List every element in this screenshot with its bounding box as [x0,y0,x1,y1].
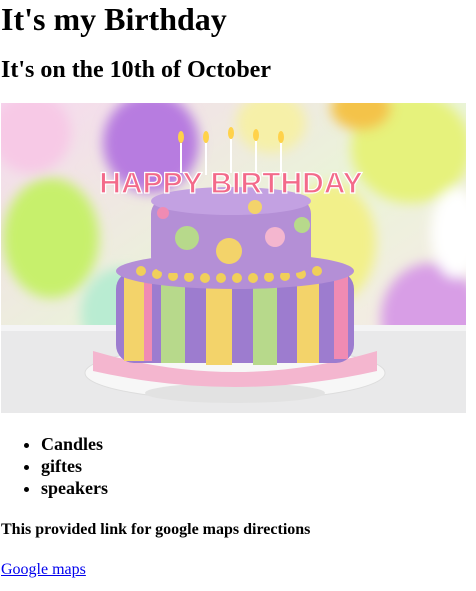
directions-note: This provided link for google maps direc… [1,521,311,538]
cake-banner-text: HAPPY BIRTHDAY [99,167,362,200]
page-title: It's my Birthday [1,1,227,37]
birthday-cake-image: HAPPY BIRTHDAY [1,103,466,413]
list-item: Candles [41,433,476,455]
map-link-paragraph: Google maps [1,560,476,579]
google-maps-link[interactable]: Google maps [1,561,86,578]
page-subtitle: It's on the 10th of October [1,57,271,83]
list-item: speakers [41,477,476,499]
birthday-list: Candles giftes speakers [1,433,476,499]
page: It's my Birthday It's on the 10th of Oct… [0,0,476,579]
list-item: giftes [41,455,476,477]
